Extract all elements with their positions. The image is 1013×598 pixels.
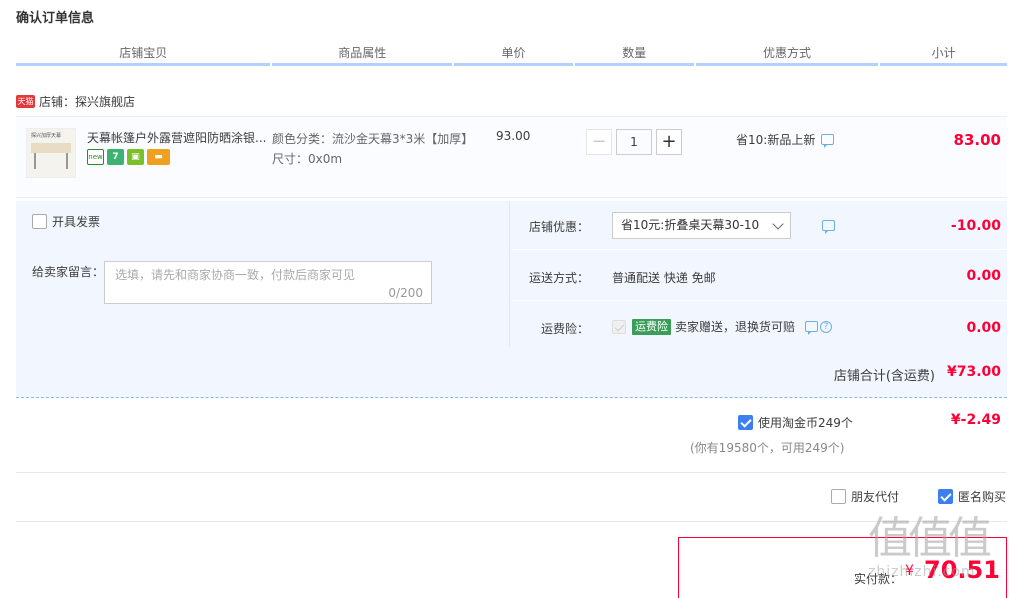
invoice-label: 开具发票 [52,215,101,229]
memo-box: 0/200 [104,261,432,304]
help-icon[interactable]: ? [820,320,833,333]
promo-text: 省10:新品上新 [736,133,816,147]
order-details-panel: 开具发票 给卖家留言： 0/200 店铺优惠： 省10元:折叠桌天幕30-10 … [16,201,1007,347]
shop-discount-amount: -10.00 [950,218,1001,234]
shop-discount-row: 店铺优惠： 省10元:折叠桌天幕30-10 -10.00 [511,201,1007,250]
quantity-input[interactable]: 1 [616,129,652,155]
column-header: 店铺宝贝 商品属性 单价 数量 优惠方式 小计 [16,44,1008,66]
invoice-checkbox[interactable] [32,214,47,229]
insurance-checkbox [612,319,626,334]
shield-icon[interactable]: ▣ [127,149,144,165]
order-item-row: 探兴加厚天幕 天幕帐篷户外露营遮阳防晒涂银... new 7 ▣ ▬ 颜色分类：… [16,116,1007,198]
divider [16,472,1007,473]
column-header-item: 店铺宝贝 [16,44,271,66]
tent-graphic [31,143,71,153]
coin-amount: ¥-2.49 [950,412,1001,428]
coin-checkbox[interactable] [738,415,753,430]
tent-pole [34,153,36,169]
memo-label: 给卖家留言： [32,265,105,279]
item-subtotal: 83.00 [953,131,1001,149]
shipping-label: 运送方式： [528,271,589,285]
watermark-url: zhizhizhi.com [868,564,976,580]
quantity-stepper: − 1 + [586,129,682,155]
page-title: 确认订单信息 [16,11,95,26]
product-attributes: 颜色分类：流沙金天幕3*3米【加厚】 尺寸：0x0m [272,129,474,169]
shipping-amount: 0.00 [966,268,1001,284]
friend-pay-checkbox[interactable] [831,489,846,504]
promo-info: 省10:新品上新 [736,131,835,148]
thumbnail-caption: 探兴加厚天幕 [31,133,62,139]
new-icon[interactable]: new [87,149,104,165]
anonymous-checkbox[interactable] [938,489,953,504]
friend-pay-option[interactable]: 朋友代付 [831,488,899,505]
product-thumbnail[interactable]: 探兴加厚天幕 [26,128,76,178]
shop-discount-value: 省10元:折叠桌天幕30-10 [621,218,760,232]
attr-size: 尺寸：0x0m [272,152,343,166]
shop-total-row: 店铺合计(含运费) ¥73.00 [16,347,1007,398]
shop-total-amount: ¥73.00 [946,364,1001,380]
shipping-row: 运送方式： 普通配送 快递 免邮 0.00 [511,251,1007,301]
insurance-amount: 0.00 [966,320,1001,336]
coin-option[interactable]: 使用淘金币249个 [738,414,853,431]
shop-name[interactable]: 店铺：探兴旗舰店 [39,93,135,110]
insurance-badge: 运费险 [632,318,671,335]
order-left-column: 开具发票 给卖家留言： 0/200 [16,201,510,347]
friend-pay-label: 朋友代付 [851,490,900,504]
shop-discount-label: 店铺优惠： [528,220,589,234]
shop-discount-select[interactable]: 省10元:折叠桌天幕30-10 [612,212,791,239]
insurance-row: 运费险： 运费险 卖家赠送，退换货可赔 ? 0.00 [511,302,1007,347]
column-header-quantity: 数量 [574,44,694,66]
quantity-plus-button[interactable]: + [656,129,682,155]
comment-icon[interactable] [821,134,835,148]
memo-counter: 0/200 [388,286,423,300]
site-watermark: 值值值 zhizhizhi.com [868,514,1008,598]
coin-label: 使用淘金币249个 [758,416,853,430]
insurance-text: 卖家赠送，退换货可赔 [675,320,796,334]
seven-day-return-icon[interactable]: 7 [107,149,124,165]
shop-header: 天猫 店铺：探兴旗舰店 [16,92,135,110]
product-title-link[interactable]: 天幕帐篷户外露营遮阳防晒涂银... [87,129,267,146]
card-icon[interactable]: ▬ [147,149,170,165]
comment-icon[interactable] [822,220,835,234]
column-header-price: 单价 [454,44,573,66]
shipping-value: 普通配送 快递 免邮 [612,271,716,285]
attr-color: 颜色分类：流沙金天幕3*3米【加厚】 [272,132,474,146]
tent-pole [66,153,68,169]
comment-icon[interactable] [805,321,819,335]
watermark-logo: 值值值 [868,513,992,564]
shop-total-label: 店铺合计(含运费) [833,369,935,384]
anonymous-option[interactable]: 匿名购买 [938,488,1006,505]
divider [16,521,1007,522]
tmall-icon: 天猫 [16,94,35,108]
chevron-down-icon [772,218,784,230]
quantity-minus-button[interactable]: − [586,129,612,155]
insurance-label: 运费险： [540,322,589,336]
invoice-option[interactable]: 开具发票 [32,213,100,230]
insurance-info: 运费险 卖家赠送，退换货可赔 ? [612,318,833,335]
column-header-attr: 商品属性 [272,44,453,66]
coin-note: (你有19580个，可用249个) [690,441,845,455]
service-icons: new 7 ▣ ▬ [87,149,170,165]
column-header-subtotal: 小计 [880,44,1008,66]
unit-price: 93.00 [496,129,531,143]
anonymous-label: 匿名购买 [958,490,1007,504]
memo-input[interactable] [115,266,421,288]
column-header-promo: 优惠方式 [695,44,879,66]
